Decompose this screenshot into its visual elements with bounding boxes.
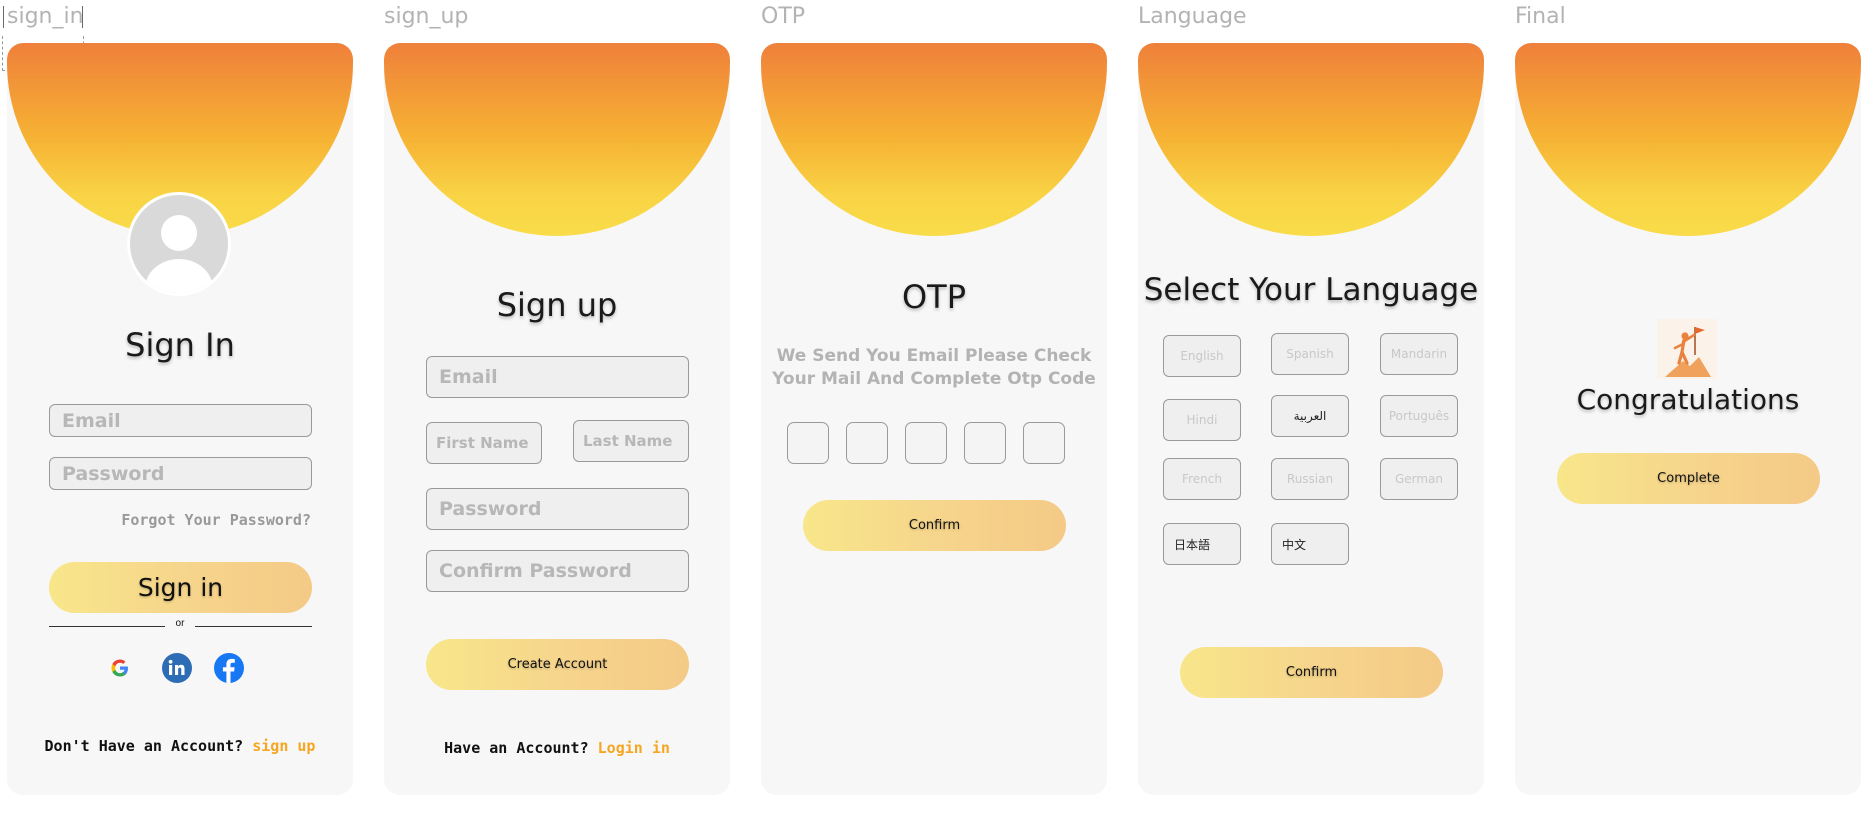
- have-account-prompt: Have an Account? Login in: [384, 739, 730, 757]
- language-option-spanish[interactable]: Spanish: [1271, 333, 1349, 375]
- language-screen: Select Your Language English Spanish Man…: [1138, 43, 1484, 795]
- frame-label-sign-up: sign_up: [384, 4, 469, 29]
- password-placeholder: Password: [62, 462, 165, 485]
- achievement-icon: [1657, 319, 1717, 379]
- first-name-placeholder: First Name: [436, 434, 529, 452]
- page-title: OTP: [901, 278, 967, 316]
- language-option-german[interactable]: German: [1380, 458, 1458, 500]
- header-sun-shape: [761, 43, 1107, 236]
- page-title: Sign up: [496, 286, 618, 324]
- language-option-french[interactable]: French: [1163, 458, 1241, 500]
- otp-message: We Send You Email Please Check Your Mail…: [772, 346, 1096, 389]
- otp-digit-3[interactable]: [905, 422, 947, 464]
- sign-up-screen: Sign up Email First Name Last Name Passw…: [384, 43, 730, 795]
- confirm-button[interactable]: Confirm: [803, 500, 1066, 551]
- no-account-prompt: Don't Have an Account? sign up: [7, 737, 353, 755]
- otp-digit-2[interactable]: [846, 422, 888, 464]
- login-link[interactable]: Login in: [598, 739, 670, 757]
- language-option-chinese[interactable]: 中文: [1271, 523, 1349, 565]
- password-field[interactable]: Password: [49, 457, 312, 490]
- last-name-field[interactable]: Last Name: [573, 420, 689, 462]
- email-placeholder: Email: [439, 366, 498, 388]
- language-option-portuguese[interactable]: Português: [1380, 395, 1458, 437]
- frame-label-sign-in: sign_in: [7, 4, 84, 29]
- header-sun-shape: [1515, 43, 1861, 236]
- linkedin-login-button[interactable]: [162, 653, 192, 683]
- first-name-field[interactable]: First Name: [426, 422, 542, 464]
- forgot-password-link[interactable]: Forgot Your Password?: [121, 511, 311, 529]
- frame-label-otp: OTP: [761, 4, 806, 29]
- otp-digit-4[interactable]: [964, 422, 1006, 464]
- divider-left: [49, 626, 165, 627]
- language-option-mandarin[interactable]: Mandarin: [1380, 333, 1458, 375]
- email-field[interactable]: Email: [49, 404, 312, 437]
- have-account-text: Have an Account?: [444, 739, 589, 757]
- password-field[interactable]: Password: [426, 488, 689, 530]
- otp-digit-5[interactable]: [1023, 422, 1065, 464]
- sign-up-link[interactable]: sign up: [252, 737, 315, 755]
- avatar[interactable]: [127, 192, 231, 296]
- language-option-hindi[interactable]: Hindi: [1163, 399, 1241, 441]
- complete-button[interactable]: Complete: [1557, 453, 1820, 504]
- sign-in-screen: Sign In Email Password Forgot Your Passw…: [7, 43, 353, 795]
- frame-label-final: Final: [1515, 4, 1566, 29]
- confirm-button[interactable]: Confirm: [1180, 647, 1443, 698]
- linkedin-icon: [168, 659, 185, 675]
- selection-handle: [82, 6, 83, 28]
- language-option-russian[interactable]: Russian: [1271, 458, 1349, 500]
- congratulations-title: Congratulations: [1576, 383, 1800, 416]
- email-field[interactable]: Email: [426, 356, 689, 398]
- sign-in-button[interactable]: Sign in: [49, 562, 312, 613]
- header-sun-shape: [384, 43, 730, 236]
- user-icon: [145, 215, 213, 293]
- create-account-button[interactable]: Create Account: [426, 639, 689, 690]
- otp-digit-1[interactable]: [787, 422, 829, 464]
- no-account-text: Don't Have an Account?: [44, 737, 244, 755]
- otp-screen: OTP We Send You Email Please Check Your …: [761, 43, 1107, 795]
- header-sun-shape: [1138, 43, 1484, 236]
- divider-or: or: [175, 618, 185, 629]
- last-name-placeholder: Last Name: [583, 432, 673, 450]
- password-placeholder: Password: [439, 498, 542, 520]
- language-option-japanese[interactable]: 日本語: [1163, 523, 1241, 565]
- language-option-arabic[interactable]: العربية: [1271, 395, 1349, 437]
- facebook-icon: [222, 658, 235, 683]
- google-login-button[interactable]: [106, 654, 134, 682]
- divider-right: [195, 626, 312, 627]
- final-screen: Congratulations Complete: [1515, 43, 1861, 795]
- email-placeholder: Email: [62, 409, 121, 432]
- confirm-password-field[interactable]: Confirm Password: [426, 550, 689, 592]
- facebook-login-button[interactable]: [214, 653, 244, 683]
- page-title: Select Your Language: [1143, 272, 1479, 308]
- selection-handle: [3, 6, 4, 28]
- page-title: Sign In: [125, 326, 235, 364]
- google-icon: [111, 659, 128, 677]
- confirm-password-placeholder: Confirm Password: [439, 560, 632, 582]
- language-option-english[interactable]: English: [1163, 335, 1241, 377]
- frame-label-language: Language: [1138, 4, 1247, 29]
